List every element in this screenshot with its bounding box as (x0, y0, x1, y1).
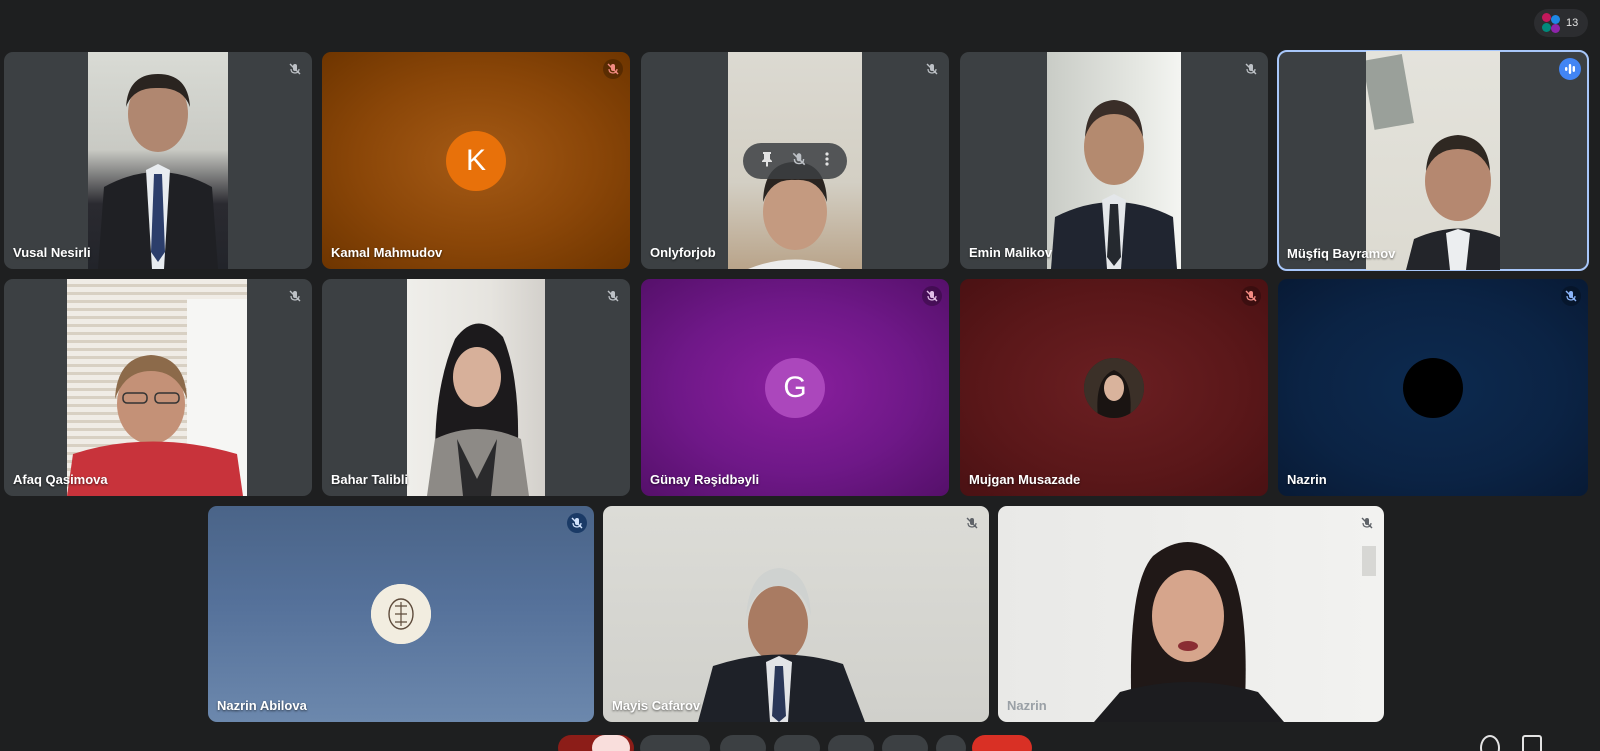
participants-pill[interactable]: 13 (1534, 9, 1588, 37)
camera-toggle-button[interactable] (640, 735, 710, 751)
participant-tile[interactable]: Nazrin Abilova (208, 506, 594, 722)
leave-call-button[interactable] (972, 735, 1032, 751)
people-icon (1540, 13, 1560, 33)
avatar (371, 584, 431, 644)
mic-off-icon (1561, 286, 1581, 306)
participant-video (998, 506, 1384, 722)
participant-video (67, 279, 247, 496)
participant-name: Onlyforjob (650, 245, 716, 260)
mic-off-icon (1357, 513, 1377, 533)
participant-tile[interactable]: Vusal Nesirli (4, 52, 312, 269)
chat-icon[interactable] (1522, 735, 1542, 751)
mic-off-icon (285, 59, 305, 79)
participant-name: Günay Rəşidbəyli (650, 472, 760, 487)
participant-tile[interactable]: Mujgan Musazade (960, 279, 1268, 496)
mic-off-icon (962, 513, 982, 533)
participant-name: Mujgan Musazade (969, 472, 1081, 487)
participant-name: Vusal Nesirli (13, 245, 91, 260)
participant-tile[interactable]: Nazrin (1278, 279, 1588, 496)
participant-tile-active-speaker[interactable]: Müşfiq Bayramov (1277, 50, 1589, 271)
activities-icon[interactable] (1564, 735, 1584, 751)
tile-hover-controls (743, 143, 847, 179)
meet-stage: 13 Vusal Nesirli K Kamal Mahmudov Onlyfo… (0, 0, 1600, 751)
mic-off-icon (922, 59, 942, 79)
mic-off-icon (1241, 59, 1261, 79)
participant-tile[interactable]: Nazrin (998, 506, 1384, 722)
audio-level-icon (1559, 58, 1581, 80)
raise-hand-button[interactable] (882, 735, 928, 751)
participant-name: Nazrin (1007, 698, 1047, 713)
mute-icon[interactable] (791, 151, 807, 172)
emoji-button[interactable] (774, 735, 820, 751)
participant-tile[interactable]: Afaq Qasimova (4, 279, 312, 496)
pin-icon[interactable] (760, 151, 774, 172)
participant-name: Emin Malikov (969, 245, 1053, 260)
control-bar (0, 733, 1600, 751)
avatar (1084, 358, 1144, 418)
mic-off-icon (567, 513, 587, 533)
participant-count: 13 (1566, 17, 1579, 29)
participant-tile[interactable]: Bahar Talibli (322, 279, 630, 496)
mic-off-icon (603, 59, 623, 79)
participant-tile[interactable]: K Kamal Mahmudov (322, 52, 630, 269)
avatar (1403, 358, 1463, 418)
participant-name: Nazrin Abilova (217, 698, 307, 713)
more-options-button[interactable] (936, 735, 966, 751)
mic-off-icon (922, 286, 942, 306)
participant-tile[interactable]: Emin Malikov (960, 52, 1268, 269)
participant-video (1047, 52, 1181, 269)
participant-video (1366, 51, 1500, 270)
avatar: K (446, 131, 506, 191)
mic-off-icon (285, 286, 305, 306)
participant-name: Kamal Mahmudov (331, 245, 443, 260)
info-icon[interactable] (1480, 735, 1500, 751)
mic-off-icon (603, 286, 623, 306)
participant-video (603, 506, 989, 722)
avatar: G (765, 358, 825, 418)
participant-tile[interactable]: Mayis Cafarov (603, 506, 989, 722)
participant-tile[interactable]: Onlyforjob (641, 52, 949, 269)
participant-name: Bahar Talibli (331, 472, 409, 487)
participant-name: Müşfiq Bayramov (1287, 246, 1396, 261)
participant-video (407, 279, 545, 496)
mic-off-icon (592, 735, 630, 751)
participant-name: Afaq Qasimova (13, 472, 108, 487)
participant-name: Nazrin (1287, 472, 1327, 487)
present-button[interactable] (828, 735, 874, 751)
participant-name: Mayis Cafarov (612, 698, 701, 713)
participant-tile[interactable]: G Günay Rəşidbəyli (641, 279, 949, 496)
mic-toggle-button[interactable] (558, 735, 634, 751)
mic-off-icon (1241, 286, 1261, 306)
participant-video (88, 52, 228, 269)
more-icon[interactable] (824, 151, 830, 172)
captions-button[interactable] (720, 735, 766, 751)
